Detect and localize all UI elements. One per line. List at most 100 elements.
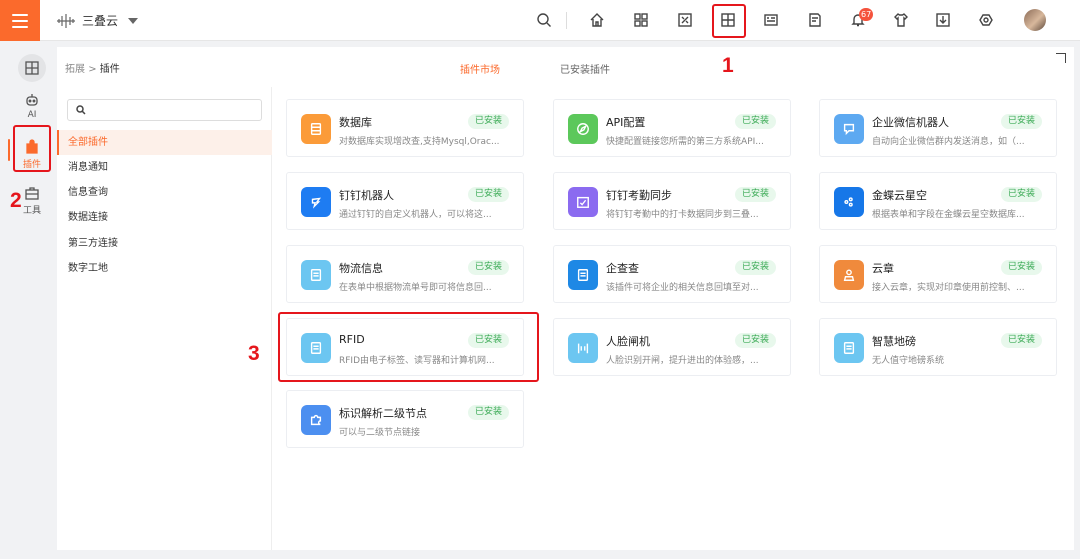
plugin-title: 云章	[872, 262, 894, 275]
download-icon[interactable]	[934, 11, 952, 29]
installed-badge: 已安装	[734, 260, 776, 275]
brand-logo-icon	[57, 13, 75, 28]
plugin-title: 钉钉考勤同步	[606, 189, 672, 202]
annotation-box-1	[712, 4, 746, 38]
kingdee-icon	[834, 187, 864, 217]
annotation-number-1: 1	[722, 54, 734, 77]
brand-name: 三叠云	[82, 14, 119, 28]
plugin-card[interactable]: API配置快捷配置链接您所需的第三方系统API... 已安装	[553, 99, 791, 157]
plugin-card[interactable]: 云章接入云章，实现对印章使用前控制、... 已安装	[819, 245, 1057, 303]
plugin-title: 钉钉机器人	[339, 189, 394, 202]
document-icon	[834, 333, 864, 363]
form-icon[interactable]	[762, 11, 780, 29]
hamburger-menu-button[interactable]	[0, 0, 40, 41]
rail-item-ai[interactable]: AI	[13, 92, 51, 120]
settings-icon[interactable]	[977, 11, 995, 29]
annotation-number-3: 3	[248, 342, 260, 365]
category-sidebar: 全部插件 消息通知 信息查询 数据连接 第三方连接 数字工地	[57, 87, 272, 550]
plugin-card[interactable]: 智慧地磅 无人值守地磅系统 已安装	[819, 318, 1057, 376]
search-input[interactable]	[90, 102, 255, 118]
plugin-card[interactable]: 金蝶云星空 根据表单和字段在金蝶云星空数据库... 已安装	[819, 172, 1057, 230]
category-all-plugins[interactable]: 全部插件	[57, 130, 272, 155]
plugin-description: 接入云章，实现对印章使用前控制、...	[872, 283, 1025, 293]
plugin-card[interactable]: 物流信息在表单中根据物流单号即可将信息回... 已安装	[286, 245, 524, 303]
plugin-card[interactable]: 钉钉机器人通过钉钉的自定义机器人，可以将这... 已安装	[286, 172, 524, 230]
apps-icon[interactable]	[632, 11, 650, 29]
plugin-description: 无人值守地磅系统	[872, 356, 945, 366]
installed-badge: 已安装	[1000, 260, 1042, 275]
plugin-description: 根据表单和字段在金蝶云星空数据库...	[872, 210, 1025, 220]
category-digital-site[interactable]: 数字工地	[57, 256, 272, 281]
breadcrumb: 拓展 > 插件	[65, 60, 120, 75]
installed-badge: 已安装	[467, 187, 509, 202]
category-data-connect[interactable]: 数据连接	[57, 205, 272, 230]
plugin-title: 标识解析二级节点	[339, 407, 427, 420]
plugin-card[interactable]: 数据库 对数据库实现增改查,支持Mysql,Orac... 已安装	[286, 99, 524, 157]
rail-item-grid[interactable]	[13, 60, 51, 76]
gate-icon	[568, 333, 598, 363]
annotation-box-2	[13, 125, 51, 172]
plugin-description: 通过钉钉的自定义机器人，可以将这...	[339, 210, 492, 220]
document-icon	[301, 260, 331, 290]
stamp-icon	[834, 260, 864, 290]
shirt-icon[interactable]	[892, 11, 910, 29]
search-icon[interactable]	[535, 11, 553, 29]
tab-plugin-market[interactable]: 插件市场	[460, 61, 500, 76]
search-icon	[76, 105, 86, 115]
plugin-card[interactable]: 标识解析二级节点 可以与二级节点链接 已安装	[286, 390, 524, 448]
installed-badge: 已安装	[467, 405, 509, 420]
installed-badge: 已安装	[467, 114, 509, 129]
left-rail: AI 插件 工具	[0, 41, 57, 551]
tab-installed-plugins[interactable]: 已安装插件	[560, 61, 610, 76]
chevron-down-icon[interactable]	[128, 17, 139, 24]
home-icon[interactable]	[588, 11, 606, 29]
installed-badge: 已安装	[467, 260, 509, 275]
breadcrumb-parent[interactable]: 拓展	[65, 64, 85, 75]
plugin-card[interactable]: 人脸闸机人脸识别开闸，提升进出的体验感，... 已安装	[553, 318, 791, 376]
breadcrumb-current: 插件	[99, 64, 120, 75]
category-info-query[interactable]: 信息查询	[57, 180, 272, 205]
rail-active-indicator	[8, 139, 10, 161]
installed-badge: 已安装	[734, 187, 776, 202]
plugin-card[interactable]: 企业微信机器人 自动向企业微信群内发送消息，如（... 已安装	[819, 99, 1057, 157]
installed-badge: 已安装	[734, 333, 776, 348]
toolbar-divider	[566, 12, 567, 29]
installed-badge: 已安装	[1000, 187, 1042, 202]
calendar-check-icon	[568, 187, 598, 217]
plugin-title: API配置	[606, 116, 646, 129]
plugin-title: 智慧地磅	[872, 335, 916, 348]
database-icon	[301, 114, 331, 144]
screen-icon[interactable]	[676, 11, 694, 29]
plugin-description: 人脸识别开闸，提升进出的体验感，...	[606, 356, 759, 366]
collapse-corner-icon[interactable]	[1056, 53, 1066, 63]
grid-icon	[25, 61, 39, 75]
plugin-description: 快捷配置链接您所需的第三方系统API...	[606, 137, 764, 147]
plugin-card[interactable]: 企查查该插件可将企业的相关信息回填至对... 已安装	[553, 245, 791, 303]
breadcrumb-separator: >	[88, 64, 97, 75]
installed-badge: 已安装	[734, 114, 776, 129]
category-message-notify[interactable]: 消息通知	[57, 155, 272, 180]
toolbox-icon	[25, 187, 39, 200]
category-third-party[interactable]: 第三方连接	[57, 231, 272, 256]
compass-icon	[568, 114, 598, 144]
installed-badge: 已安装	[1000, 114, 1042, 129]
plugin-title: 企业微信机器人	[872, 116, 949, 129]
robot-icon	[26, 94, 38, 106]
plugin-description: 可以与二级节点链接	[339, 428, 421, 438]
dingtalk-icon	[301, 187, 331, 217]
rail-item-label: AI	[27, 110, 37, 120]
brand-switcher[interactable]: 三叠云	[56, 0, 139, 41]
plugin-card[interactable]: 钉钉考勤同步将钉钉考勤中的打卡数据同步到三叠... 已安装	[553, 172, 791, 230]
document-icon	[568, 260, 598, 290]
rail-item-label: 工具	[22, 206, 41, 216]
plugin-description: 在表单中根据物流单号即可将信息回...	[339, 283, 492, 293]
plugin-title: 物流信息	[339, 262, 383, 275]
search-field[interactable]	[67, 99, 262, 121]
plugin-description: 该插件可将企业的相关信息回填至对...	[606, 283, 759, 293]
main-panel: 拓展 > 插件 插件市场 已安装插件 全部插件 消息通知 信息查询 数据连接 第…	[57, 47, 1074, 550]
plugin-title: 企查查	[606, 262, 639, 275]
report-icon[interactable]	[806, 11, 824, 29]
plugin-description: 将钉钉考勤中的打卡数据同步到三叠...	[606, 210, 759, 220]
avatar[interactable]	[1024, 9, 1046, 31]
plugin-title: 人脸闸机	[606, 335, 650, 348]
